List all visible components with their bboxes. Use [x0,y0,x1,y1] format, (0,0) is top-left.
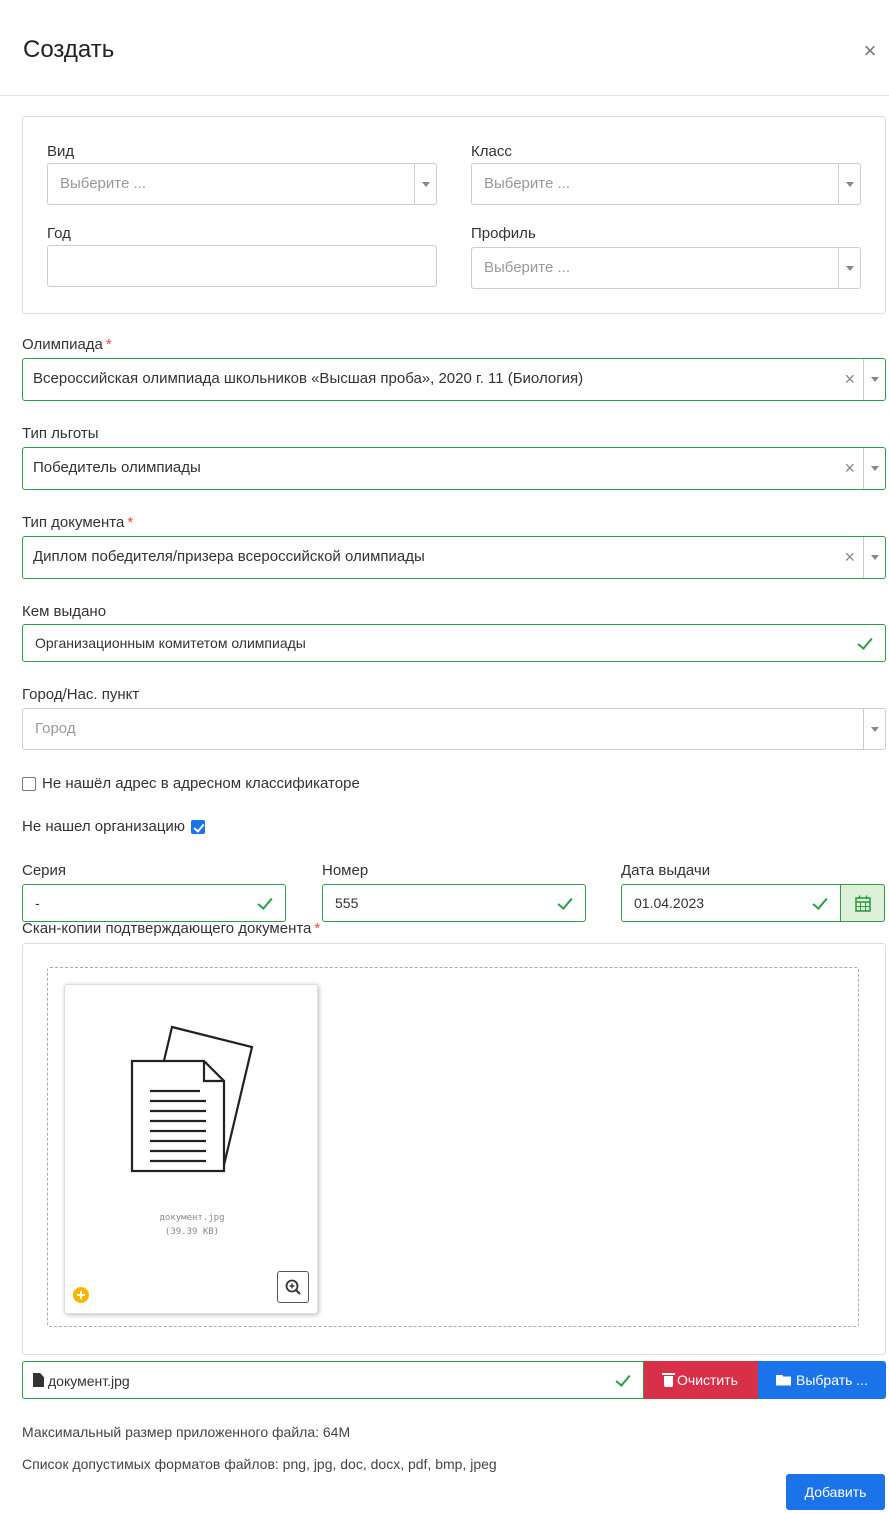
max-size-info: Максимальный размер приложенного файла: … [22,1424,351,1440]
no-org-checkbox[interactable] [191,819,206,834]
number-input[interactable]: 555 [322,884,586,922]
clear-icon[interactable]: × [844,458,855,479]
profil-label: Профиль [471,225,536,242]
no-address-row[interactable]: Не нашёл адрес в адресном классификаторе [22,775,360,792]
issued-by-label: Кем выдано [22,603,107,620]
series-value: - [35,895,40,911]
number-label: Номер [322,862,369,879]
check-icon [857,634,873,652]
calendar-button[interactable] [841,884,885,922]
vid-label: Вид [47,143,75,160]
number-value: 555 [335,895,359,911]
clear-button-label: Очистить [677,1372,738,1388]
profil-placeholder: Выберите ... [484,259,570,276]
zoom-button[interactable] [277,1271,309,1303]
city-placeholder: Город [35,720,76,737]
chevron-down-icon[interactable] [414,164,436,204]
klass-placeholder: Выберите ... [484,175,570,192]
issue-date-label: Дата выдачи [621,862,711,879]
zoom-in-icon [285,1279,301,1295]
chevron-down-icon[interactable] [863,448,885,489]
chevron-down-icon[interactable] [863,359,885,400]
preview-filename: документ.jpg [159,1213,225,1223]
issue-date-value: 01.04.2023 [634,895,705,911]
profil-select[interactable]: Выберите ... [471,247,861,289]
clear-button[interactable]: Очистить [644,1361,758,1399]
trash-icon [662,1372,676,1387]
god-label: Год [47,225,71,242]
benefit-type-value: Победитель олимпиады [33,459,201,476]
required-marker: * [105,336,112,353]
scans-label-text: Скан-копии подтверждающего документа [22,920,312,937]
check-icon [257,894,273,912]
modal-title: Создать [23,36,115,63]
issued-by-input[interactable]: Организационным комитетом олимпиады [22,624,886,662]
file-icon [33,1373,44,1387]
preview-filesize: (39.39 KB) [164,1227,220,1237]
issued-by-value: Организационным комитетом олимпиады [35,635,306,651]
chevron-down-icon[interactable] [838,164,860,204]
add-icon[interactable] [73,1287,89,1303]
god-input[interactable] [47,245,437,287]
scans-label: Скан-копии подтверждающего документа * [22,920,320,937]
choose-button-label: Выбрать ... [796,1372,868,1388]
doc-type-label-text: Тип документа [22,514,125,531]
formats-info: Список допустимых форматов файлов: png, … [22,1456,497,1472]
check-icon [615,1371,631,1389]
document-icon [130,1025,254,1173]
benefit-type-label: Тип льготы [22,425,99,442]
doc-type-select[interactable]: Диплом победителя/призера всероссийской … [22,536,886,579]
city-label: Город/Нас. пункт [22,686,140,703]
doc-type-label: Тип документа * [22,514,133,531]
no-org-row[interactable]: Не нашел организацию [22,818,206,835]
chevron-down-icon[interactable] [863,709,885,749]
no-address-label: Не нашёл адрес в адресном классификаторе [42,775,360,792]
check-icon [812,894,828,912]
vid-select[interactable]: Выберите ... [47,163,437,205]
city-select[interactable]: Город [22,708,886,750]
chevron-down-icon[interactable] [838,248,860,288]
clear-icon[interactable]: × [844,369,855,390]
olympiad-value: Всероссийская олимпиада школьников «Высш… [33,370,584,387]
benefit-type-select[interactable]: Победитель олимпиады × [22,447,886,490]
folder-open-icon [776,1374,792,1386]
calendar-icon [855,895,871,912]
series-label: Серия [22,862,67,879]
no-org-label: Не нашел организацию [22,818,186,835]
file-preview-card: документ.jpg (39.39 KB) [64,984,318,1314]
no-address-checkbox[interactable] [22,776,36,791]
file-input-name: документ.jpg [48,1373,130,1389]
klass-label: Класс [471,143,512,160]
add-button[interactable]: Добавить [786,1474,885,1510]
issue-date-input[interactable]: 01.04.2023 [621,884,841,922]
check-icon [557,894,573,912]
chevron-down-icon[interactable] [863,537,885,578]
doc-type-value: Диплом победителя/призера всероссийской … [33,548,425,565]
klass-select[interactable]: Выберите ... [471,163,861,205]
series-input[interactable]: - [22,884,286,922]
modal-header: Создать × [0,0,889,96]
close-icon[interactable]: × [859,40,881,62]
file-input[interactable]: документ.jpg [22,1361,644,1399]
clear-icon[interactable]: × [844,547,855,568]
olympiad-label-text: Олимпиада [22,336,103,353]
required-marker: * [127,514,134,531]
vid-placeholder: Выберите ... [60,175,146,192]
olympiad-select[interactable]: Всероссийская олимпиада школьников «Высш… [22,358,886,401]
required-marker: * [314,920,321,937]
choose-button[interactable]: Выбрать ... [758,1361,886,1399]
olympiad-label: Олимпиада * [22,336,112,353]
